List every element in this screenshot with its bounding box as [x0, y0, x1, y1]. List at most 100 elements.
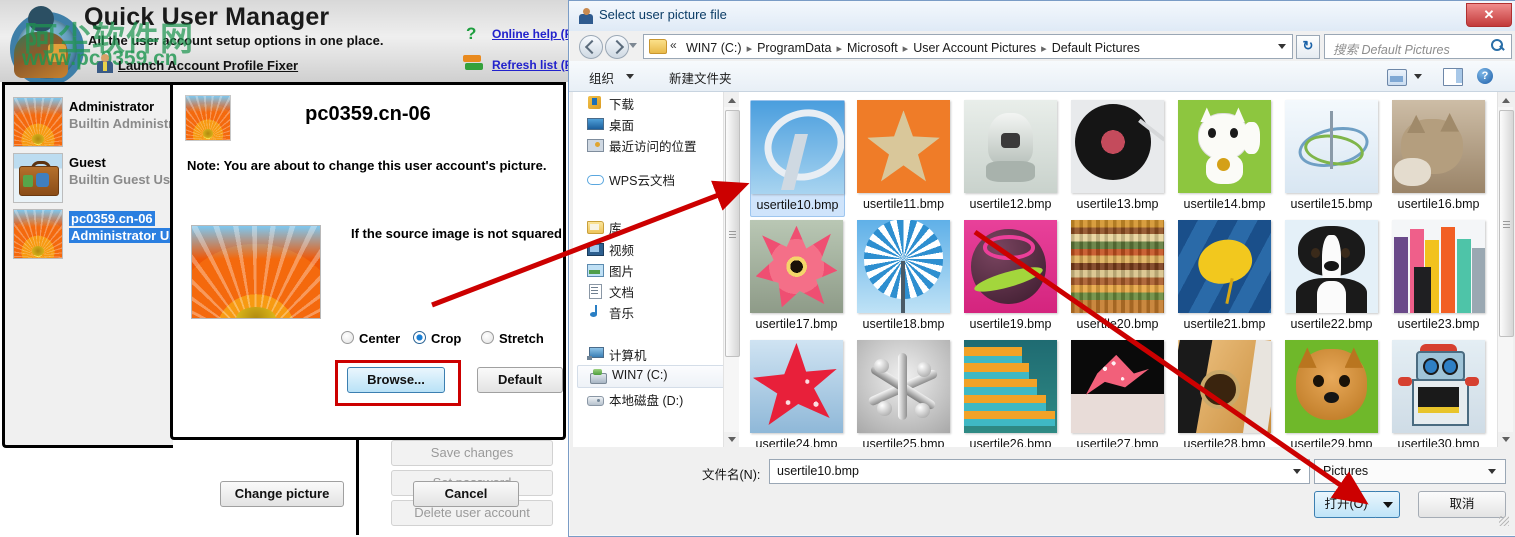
- scroll-up-arrow[interactable]: [1498, 92, 1513, 107]
- file-tile[interactable]: usertile12.bmp: [964, 100, 1057, 215]
- dialog-title: Select user picture file: [599, 7, 727, 22]
- breadcrumb-segment-4[interactable]: Default Pictures: [1052, 41, 1140, 55]
- user-list-item-guest[interactable]: Guest Builtin Guest User: [13, 153, 182, 205]
- file-tile[interactable]: usertile10.bmp: [750, 100, 845, 217]
- file-thumbnail: [964, 340, 1057, 433]
- file-name-label: usertile21.bmp: [1183, 317, 1266, 331]
- file-tile[interactable]: usertile23.bmp: [1392, 220, 1485, 335]
- cancel-button[interactable]: Cancel: [413, 481, 519, 507]
- chevron-down-icon: [1488, 469, 1496, 474]
- close-icon[interactable]: ✕: [1466, 3, 1512, 27]
- file-tile[interactable]: usertile17.bmp: [750, 220, 843, 335]
- navigation-pane-scrollbar[interactable]: [723, 92, 740, 447]
- file-tile[interactable]: usertile25.bmp: [857, 340, 950, 447]
- scroll-down-arrow[interactable]: [1498, 432, 1513, 447]
- user-list-item-administrator[interactable]: Administrator Builtin Administrator: [13, 97, 198, 149]
- organize-button[interactable]: 组织: [589, 68, 614, 87]
- file-tile[interactable]: usertile14.bmp: [1178, 100, 1271, 215]
- help-icon[interactable]: ?: [1477, 68, 1493, 84]
- filename-input[interactable]: usertile10.bmp: [769, 459, 1310, 484]
- save-changes-button[interactable]: Save changes: [391, 440, 553, 466]
- breadcrumb-segment-0[interactable]: WIN7 (C:): [686, 41, 742, 55]
- file-type-filter-select[interactable]: Pictures: [1314, 459, 1506, 484]
- scrollbar-thumb[interactable]: [725, 110, 740, 357]
- back-button[interactable]: [579, 35, 603, 59]
- breadcrumb-segment-3[interactable]: User Account Pictures: [913, 41, 1036, 55]
- browse-button[interactable]: Browse...: [347, 367, 445, 393]
- breadcrumb-chevron-down-icon[interactable]: [1278, 44, 1286, 49]
- file-tile[interactable]: usertile15.bmp: [1285, 100, 1378, 215]
- nav-pane-item-10[interactable]: WIN7 (C:): [577, 365, 734, 388]
- online-help-link[interactable]: Online help (F1): [492, 27, 570, 41]
- file-thumbnail: [1392, 100, 1485, 193]
- breadcrumb-segment-1[interactable]: ProgramData: [757, 41, 831, 55]
- file-tile[interactable]: usertile13.bmp: [1071, 100, 1164, 215]
- scroll-up-arrow[interactable]: [724, 92, 739, 107]
- change-picture-button[interactable]: Change picture: [220, 481, 344, 507]
- file-thumbnail: [1285, 100, 1378, 193]
- file-list-scrollbar[interactable]: [1497, 92, 1514, 447]
- chevron-down-icon[interactable]: [1293, 469, 1301, 474]
- file-tile[interactable]: usertile21.bmp: [1178, 220, 1271, 335]
- resize-grip[interactable]: [1499, 516, 1509, 526]
- radio-stretch[interactable]: Stretch: [481, 331, 544, 346]
- file-thumbnail: [1178, 340, 1271, 433]
- nav-pane-item-label: 最近访问的位置: [609, 140, 697, 154]
- search-input[interactable]: 搜索 Default Pictures: [1324, 34, 1512, 59]
- radio-indicator: [341, 331, 354, 344]
- file-tile[interactable]: usertile11.bmp: [857, 100, 950, 215]
- refresh-icon[interactable]: ↻: [1296, 35, 1320, 59]
- file-name-label: usertile18.bmp: [862, 317, 945, 331]
- file-tile[interactable]: usertile28.bmp: [1178, 340, 1271, 447]
- cloud-icon: [587, 171, 604, 186]
- filename-value: usertile10.bmp: [777, 464, 859, 478]
- launch-account-profile-fixer-link[interactable]: Launch Account Profile Fixer: [118, 58, 298, 73]
- file-thumbnail: [1178, 220, 1271, 313]
- radio-center[interactable]: Center: [341, 331, 400, 346]
- breadcrumb-segment-2[interactable]: Microsoft: [847, 41, 898, 55]
- file-tile[interactable]: usertile19.bmp: [964, 220, 1057, 335]
- file-tile[interactable]: usertile18.bmp: [857, 220, 950, 335]
- recent-places-icon: [587, 137, 604, 152]
- cancel-button[interactable]: 取消: [1418, 491, 1506, 518]
- file-tile[interactable]: usertile27.bmp: [1071, 340, 1164, 447]
- user-name: Administrator: [69, 99, 155, 114]
- refresh-list-link[interactable]: Refresh list (F5): [492, 58, 570, 72]
- computer-icon: [587, 346, 604, 361]
- file-tile[interactable]: usertile24.bmp: [750, 340, 843, 447]
- new-folder-button[interactable]: 新建文件夹: [669, 68, 732, 87]
- file-name-label: usertile19.bmp: [969, 317, 1052, 331]
- breadcrumb-segments: WIN7 (C:) ▸ ProgramData ▸ Microsoft ▸ User Acc…: [686, 41, 1140, 55]
- user-list-item-pc0359[interactable]: pc0359.cn-06 Administrator User: [13, 209, 191, 261]
- radio-crop[interactable]: Crop: [413, 331, 461, 346]
- file-type-filter-value: Pictures: [1323, 464, 1369, 478]
- file-thumbnail: [1178, 100, 1271, 193]
- forward-button[interactable]: [605, 35, 629, 59]
- file-thumbnail: [1392, 340, 1485, 433]
- scroll-down-arrow[interactable]: [724, 432, 739, 447]
- recent-locations-chevron-down-icon[interactable]: [629, 43, 637, 48]
- breadcrumb-overflow-chevron[interactable]: «: [670, 38, 677, 52]
- file-name-label: usertile20.bmp: [1076, 317, 1159, 331]
- open-split-chevron-down-icon[interactable]: [1376, 491, 1400, 518]
- open-button[interactable]: 打开(O): [1314, 491, 1378, 518]
- nav-pane-item-label: 视频: [609, 244, 635, 258]
- file-tile[interactable]: usertile26.bmp: [964, 340, 1057, 447]
- file-thumbnail: [751, 101, 844, 194]
- preview-pane-icon[interactable]: [1443, 68, 1463, 86]
- file-tile[interactable]: usertile22.bmp: [1285, 220, 1378, 335]
- file-tile[interactable]: usertile16.bmp: [1392, 100, 1485, 215]
- file-name-label: usertile15.bmp: [1290, 197, 1373, 211]
- drive-icon: [587, 391, 604, 406]
- file-tile[interactable]: usertile29.bmp: [1285, 340, 1378, 447]
- chevron-down-icon[interactable]: [626, 74, 634, 79]
- file-tile[interactable]: usertile20.bmp: [1071, 220, 1164, 335]
- breadcrumb[interactable]: « WIN7 (C:) ▸ ProgramData ▸ Microsoft ▸ User A…: [643, 34, 1293, 59]
- file-tile[interactable]: usertile30.bmp: [1392, 340, 1485, 447]
- scrollbar-thumb[interactable]: [1499, 110, 1514, 337]
- file-thumbnail: [857, 340, 950, 433]
- change-view-icon[interactable]: [1387, 69, 1407, 86]
- user-picture-icon: [578, 8, 594, 24]
- view-chevron-down-icon[interactable]: [1414, 74, 1422, 79]
- default-button[interactable]: Default: [477, 367, 563, 393]
